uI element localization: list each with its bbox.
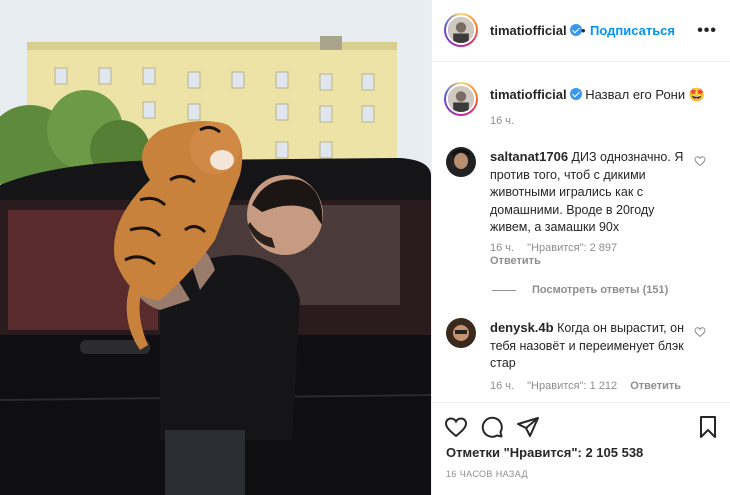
comment-item: denysk.4b Когда он вырастит, он тебя наз… bbox=[490, 319, 695, 373]
caption-emoji: 🤩 bbox=[688, 87, 705, 102]
reply-button[interactable]: Ответить bbox=[490, 255, 541, 267]
separator-dot: • bbox=[581, 23, 586, 38]
likes-count[interactable]: Отметки "Нравится": 2 105 538 bbox=[446, 445, 643, 460]
more-horizontal-icon[interactable]: ••• bbox=[697, 22, 717, 40]
comment-time[interactable]: 16 ч. bbox=[490, 380, 514, 392]
comment-like-icon[interactable] bbox=[694, 155, 706, 167]
comment-time[interactable]: 16 ч. bbox=[490, 242, 514, 254]
reply-button[interactable]: Ответить bbox=[630, 380, 681, 392]
follow-button[interactable]: Подписаться bbox=[590, 23, 675, 38]
share-icon[interactable] bbox=[516, 415, 540, 439]
header-username[interactable]: timatiofficial bbox=[490, 23, 567, 38]
post-photo[interactable] bbox=[0, 0, 431, 495]
header-avatar[interactable] bbox=[444, 13, 478, 47]
action-bar: Отметки "Нравится": 2 105 538 16 ЧАСОВ Н… bbox=[432, 402, 730, 495]
caption-text: Назвал его Рони bbox=[585, 87, 686, 102]
comment-username[interactable]: denysk.4b bbox=[490, 320, 554, 335]
comment-avatar[interactable] bbox=[446, 318, 476, 348]
view-replies-button[interactable]: Посмотреть ответы (151) bbox=[490, 284, 668, 296]
comment-item: saltanat1706 ДИЗ однозначно. Я против то… bbox=[490, 148, 695, 237]
header-username-row[interactable]: timatiofficial bbox=[490, 23, 582, 38]
post-header: timatiofficial • Подписаться ••• bbox=[432, 0, 730, 62]
comment-like-icon[interactable] bbox=[694, 326, 706, 338]
comment-meta: 16 ч. "Нравится": 1 212 Ответить bbox=[490, 380, 691, 392]
caption-avatar[interactable] bbox=[444, 82, 478, 116]
post-sidebar: timatiofficial • Подписаться ••• timatio… bbox=[431, 0, 730, 495]
verified-badge-icon bbox=[569, 24, 582, 36]
bookmark-icon[interactable] bbox=[696, 415, 720, 439]
caption-username[interactable]: timatiofficial bbox=[490, 87, 567, 102]
comment-meta: 16 ч. "Нравится": 2 897 bbox=[490, 242, 627, 254]
comment-likes[interactable]: "Нравится": 1 212 bbox=[527, 380, 617, 392]
caption: timatiofficial Назвал его Рони 🤩 bbox=[490, 86, 720, 104]
verified-badge-icon bbox=[569, 88, 582, 100]
caption-time[interactable]: 16 ч. bbox=[490, 115, 514, 127]
photo-illustration bbox=[0, 0, 431, 495]
heart-icon[interactable] bbox=[444, 415, 468, 439]
comment-avatar[interactable] bbox=[446, 147, 476, 177]
comment-icon[interactable] bbox=[480, 415, 504, 439]
post-time[interactable]: 16 ЧАСОВ НАЗАД bbox=[446, 469, 528, 479]
comment-likes[interactable]: "Нравится": 2 897 bbox=[527, 242, 617, 254]
comment-username[interactable]: saltanat1706 bbox=[490, 149, 568, 164]
